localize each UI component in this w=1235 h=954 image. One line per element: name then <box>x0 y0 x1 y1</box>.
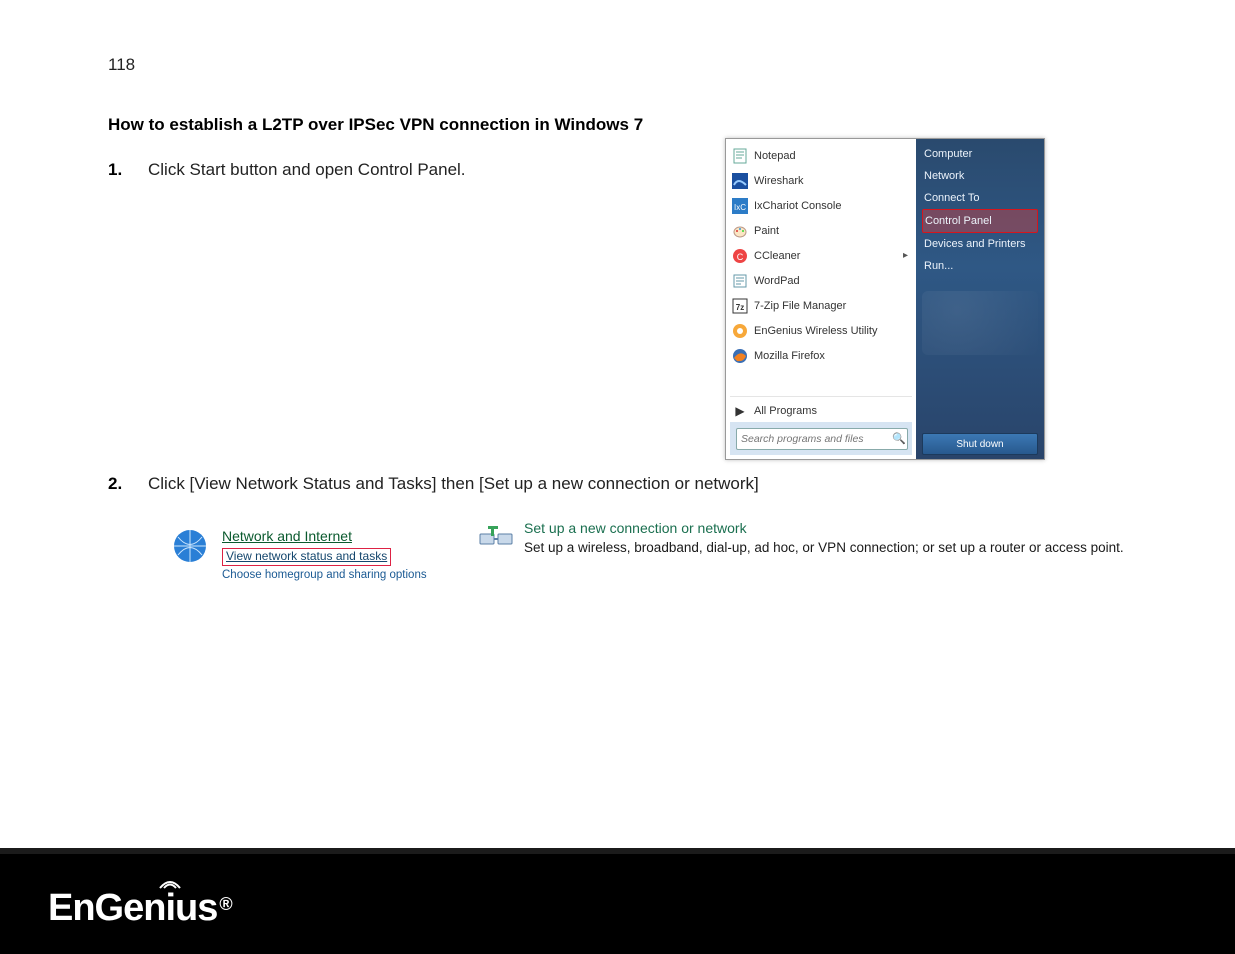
startmenu-all-programs[interactable]: ▶ All Programs <box>730 396 912 422</box>
engenius-logo: EnGeni us® <box>48 879 232 930</box>
step-text: Click [View Network Status and Tasks] th… <box>148 474 759 494</box>
instruction-step-1: 1. Click Start button and open Control P… <box>108 160 466 180</box>
setup-connection-icon <box>478 520 514 556</box>
start-menu-left-pane: Notepad Wireshark IxC IxChariot Console … <box>726 139 916 459</box>
startmenu-right-connectto[interactable]: Connect To <box>922 187 1038 209</box>
startmenu-item-label: Notepad <box>754 150 912 162</box>
view-network-status-link[interactable]: View network status and tasks <box>222 548 391 566</box>
startmenu-item-label: IxChariot Console <box>754 200 912 212</box>
startmenu-item-label: WordPad <box>754 275 912 287</box>
network-and-internet-link[interactable]: Network and Internet <box>222 527 427 545</box>
startmenu-item-label: CCleaner <box>754 250 897 262</box>
wireshark-icon <box>732 173 748 189</box>
startmenu-item-label: 7-Zip File Manager <box>754 300 912 312</box>
logo-i-with-wifi: i <box>165 879 175 930</box>
network-internet-icon <box>168 527 212 565</box>
network-internet-links: Network and Internet View network status… <box>222 527 427 583</box>
startmenu-item-label: Mozilla Firefox <box>754 350 912 362</box>
step-number: 2. <box>108 474 148 494</box>
network-and-internet-illustration: Network and Internet View network status… <box>168 527 427 583</box>
startmenu-item-label: Paint <box>754 225 912 237</box>
startmenu-item-label: EnGenius Wireless Utility <box>754 325 912 337</box>
setup-connection-subtitle: Set up a wireless, broadband, dial-up, a… <box>524 540 1124 555</box>
svg-text:7z: 7z <box>736 303 744 312</box>
svg-text:IxC: IxC <box>734 203 746 212</box>
sevenzip-icon: 7z <box>732 298 748 314</box>
wordpad-icon <box>732 273 748 289</box>
step-text: Click Start button and open Control Pane… <box>148 160 466 180</box>
wifi-icon <box>157 875 183 891</box>
setup-connection-illustration: Set up a new connection or network Set u… <box>478 520 1124 556</box>
shutdown-button[interactable]: Shut down <box>922 433 1038 455</box>
search-input[interactable] <box>736 428 908 450</box>
section-heading: How to establish a L2TP over IPSec VPN c… <box>108 115 643 135</box>
startmenu-item-wordpad[interactable]: WordPad <box>730 268 912 293</box>
step-number: 1. <box>108 160 148 180</box>
registered-mark-icon: ® <box>219 894 231 915</box>
startmenu-right-control-panel[interactable]: Control Panel <box>922 209 1038 233</box>
choose-homegroup-link[interactable]: Choose homegroup and sharing options <box>222 568 427 583</box>
page-footer: EnGeni us® <box>0 848 1235 954</box>
startmenu-search-region: 🔍 <box>730 422 912 455</box>
start-menu-right-pane: Computer Network Connect To Control Pane… <box>916 139 1044 459</box>
startmenu-item-label: Wireshark <box>754 175 912 187</box>
setup-connection-title[interactable]: Set up a new connection or network <box>524 520 1124 536</box>
notepad-icon <box>732 148 748 164</box>
user-avatar-placeholder <box>922 291 1038 355</box>
logo-text: EnGeni us <box>48 879 217 930</box>
startmenu-item-wireshark[interactable]: Wireshark <box>730 168 912 193</box>
firefox-icon <box>732 348 748 364</box>
startmenu-item-notepad[interactable]: Notepad <box>730 143 912 168</box>
startmenu-item-ccleaner[interactable]: C CCleaner <box>730 243 912 268</box>
ixchariot-icon: IxC <box>732 198 748 214</box>
start-menu-screenshot: Notepad Wireshark IxC IxChariot Console … <box>725 138 1045 460</box>
svg-text:C: C <box>737 252 744 262</box>
page-number: 118 <box>108 55 135 75</box>
engenius-util-icon <box>732 323 748 339</box>
startmenu-right-computer[interactable]: Computer <box>922 143 1038 165</box>
startmenu-item-paint[interactable]: Paint <box>730 218 912 243</box>
instruction-step-2: 2. Click [View Network Status and Tasks]… <box>108 474 759 494</box>
startmenu-right-devices-printers[interactable]: Devices and Printers <box>922 233 1038 255</box>
paint-icon <box>732 223 748 239</box>
startmenu-item-7zip[interactable]: 7z 7-Zip File Manager <box>730 293 912 318</box>
ccleaner-icon: C <box>732 248 748 264</box>
arrow-right-icon: ▶ <box>732 403 748 419</box>
startmenu-right-run[interactable]: Run... <box>922 255 1038 277</box>
startmenu-item-firefox[interactable]: Mozilla Firefox <box>730 343 912 368</box>
startmenu-right-network[interactable]: Network <box>922 165 1038 187</box>
startmenu-item-engenius-utility[interactable]: EnGenius Wireless Utility <box>730 318 912 343</box>
startmenu-item-label: All Programs <box>754 405 912 417</box>
startmenu-item-ixchariot[interactable]: IxC IxChariot Console <box>730 193 912 218</box>
